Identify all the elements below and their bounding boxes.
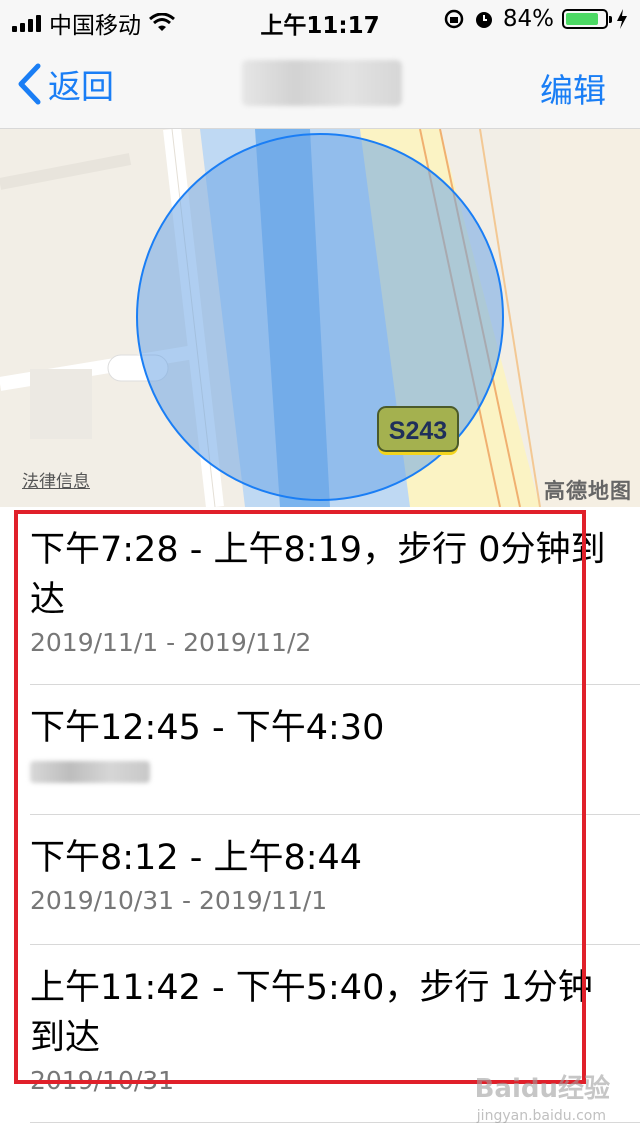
visit-date: 2019/10/31 - 2019/11/1 <box>30 886 328 915</box>
visit-date-blurred <box>30 753 610 787</box>
battery-percent: 84% <box>502 6 554 32</box>
rotation-lock-icon <box>444 9 464 29</box>
map-blurred-area <box>30 369 92 439</box>
list-item[interactable]: 下午12:45 - 下午4:30 <box>0 685 640 815</box>
chevron-left-icon <box>18 63 41 105</box>
battery-icon <box>562 9 612 29</box>
map-provider-label: 高德地图 <box>544 479 632 503</box>
visit-time-range: 上午11:42 - 下午5:40，步行 1分钟到达 <box>30 968 593 1058</box>
edit-button[interactable]: 编辑 <box>540 64 606 112</box>
visit-time-range: 下午7:28 - 上午8:19，步行 0分钟到达 <box>30 530 606 620</box>
navigation-bar: 返回 编辑 <box>0 40 640 129</box>
list-item[interactable]: 下午7:28 - 上午8:19，步行 0分钟到达 2019/11/1 - 201… <box>0 507 640 685</box>
visit-date: 2019/11/1 - 2019/11/2 <box>30 628 312 657</box>
alarm-icon <box>475 12 492 28</box>
nav-title-blurred <box>242 60 402 106</box>
road-badge: S243 <box>377 406 459 455</box>
status-bar: 中国移动 上午11:17 84% <box>0 0 640 40</box>
visit-time-range: 下午12:45 - 下午4:30 <box>30 708 385 748</box>
map-canvas: S243 <box>0 129 640 507</box>
map-view[interactable]: S243 法律信息 高德地图 <box>0 129 640 507</box>
status-right: 84% <box>443 6 628 32</box>
map-block <box>540 129 640 507</box>
map-road <box>0 153 132 190</box>
visit-time-range: 下午8:12 - 上午8:44 <box>30 838 363 878</box>
road-badge-label: S243 <box>389 417 447 445</box>
back-button[interactable]: 返回 <box>16 60 114 108</box>
list-item[interactable]: 下午8:12 - 上午8:44 2019/10/31 - 2019/11/1 <box>0 815 640 945</box>
watermark-logo: Baidu经验 <box>474 1074 610 1104</box>
charging-icon <box>617 9 627 29</box>
back-label: 返回 <box>48 67 114 106</box>
watermark-url: jingyan.baidu.com <box>476 1108 606 1124</box>
legal-info-link[interactable]: 法律信息 <box>22 467 90 492</box>
visit-list: 下午7:28 - 上午8:19，步行 0分钟到达 2019/11/1 - 201… <box>0 507 640 1123</box>
battery-fill <box>566 13 598 25</box>
